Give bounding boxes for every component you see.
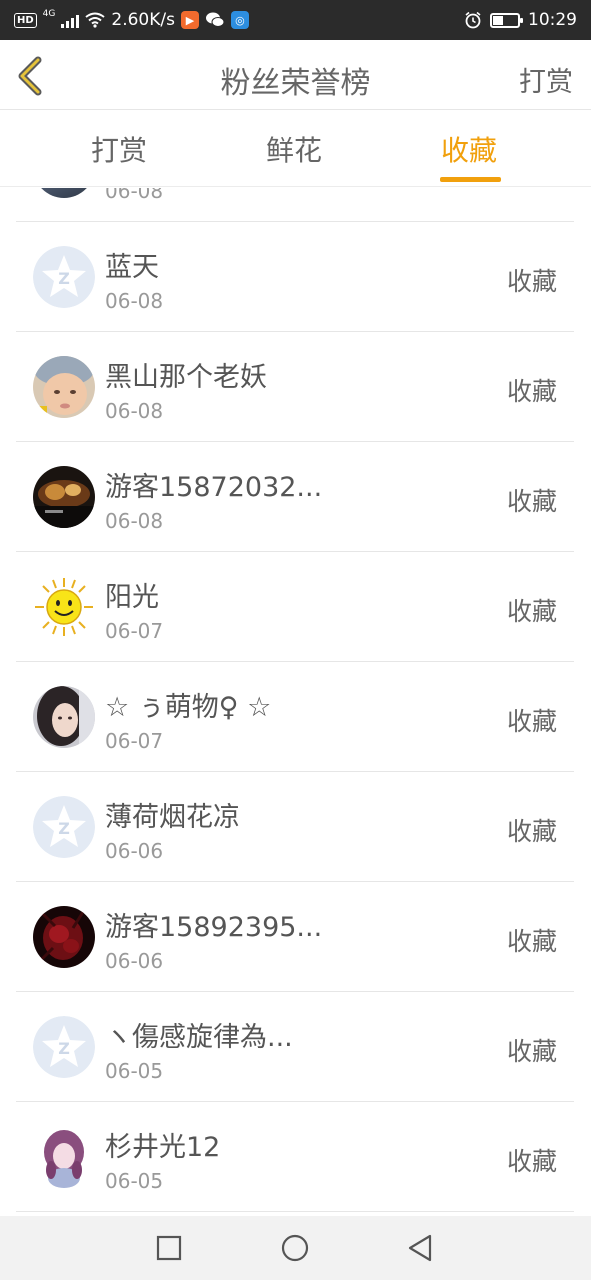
default-qq-avatar: Z [33, 246, 95, 308]
game-art-avatar [33, 466, 95, 528]
dark-red-art-avatar [33, 906, 95, 968]
list-item[interactable]: Z 蓝天 06-08 收藏 [16, 222, 574, 332]
favorite-label: 收藏 [506, 267, 557, 296]
favorite-label: 收藏 [506, 1037, 557, 1066]
tab-flowers[interactable]: 鲜花 [266, 129, 322, 169]
fan-date: 06-08 [105, 509, 164, 533]
fan-date: 06-08 [105, 399, 164, 423]
fan-date: 06-06 [105, 949, 164, 973]
favorite-label: 收藏 [506, 597, 557, 626]
fan-name: 阳光 [105, 582, 159, 613]
page-title: 粉丝荣誉榜 [220, 66, 371, 101]
home-button[interactable] [275, 1230, 315, 1266]
video-app-icon: ▶ [180, 11, 199, 29]
favorite-label: 收藏 [506, 487, 557, 516]
list-item[interactable]: 黑山那个老妖 06-08 收藏 [16, 332, 574, 442]
default-qq-avatar: Z [33, 796, 95, 858]
square-recents-icon [156, 1235, 182, 1261]
fan-name: 薄荷烟花凉 [105, 802, 240, 833]
browser-app-icon: ◎ [230, 11, 249, 29]
fan-name: 游客15892395... [105, 912, 323, 943]
fan-name: 游客15872032... [105, 472, 323, 503]
favorite-label: 收藏 [506, 707, 557, 736]
svg-text:Z: Z [58, 819, 70, 838]
fan-date: 06-07 [105, 619, 164, 643]
signal-icon [61, 12, 80, 28]
app-header: 粉丝荣誉榜 打赏 [0, 40, 591, 110]
wechat-icon [205, 12, 225, 27]
fan-date: 06-06 [105, 839, 164, 863]
tab-favorites[interactable]: 收藏 [441, 129, 497, 169]
fan-date: 06-08 [105, 188, 164, 203]
battery-level [493, 15, 503, 25]
alarm-icon [465, 11, 481, 29]
baby-photo-avatar [33, 356, 95, 418]
triangle-back-icon [408, 1234, 432, 1262]
active-tab-indicator [440, 177, 501, 182]
list-item[interactable]: Z ヽ傷感旋律為... 06-05 收藏 [16, 992, 574, 1102]
status-bar: HD 4G 2.60K/s ▶ ◎ 10:29 [0, 0, 591, 40]
fan-name: ヽ傷感旋律為... [105, 1022, 293, 1053]
fan-list[interactable]: 06-08 Z 蓝天 06-08 收藏 黑山那个老妖 06-08 收藏 游客15… [0, 188, 591, 1216]
network-speed: 2.60K/s [111, 10, 175, 30]
system-nav-bar [0, 1216, 591, 1280]
favorite-label: 收藏 [506, 377, 557, 406]
tab-bar: 打赏 鲜花 收藏 [0, 111, 591, 187]
list-item[interactable]: 游客15872032... 06-08 收藏 [16, 442, 574, 552]
back-nav-button[interactable] [400, 1230, 440, 1266]
favorite-label: 收藏 [506, 1147, 557, 1176]
recents-button[interactable] [149, 1230, 189, 1266]
tab-reward[interactable]: 打赏 [91, 129, 147, 169]
list-item[interactable]: 游客15892395... 06-06 收藏 [16, 882, 574, 992]
anime-girl-avatar [33, 1126, 95, 1188]
list-item[interactable]: ☆ ぅ萌物♀ ☆ 06-07 收藏 [16, 662, 574, 772]
fan-date: 06-05 [105, 1169, 164, 1193]
list-item[interactable]: 06-08 [16, 188, 574, 222]
favorite-label: 收藏 [506, 927, 557, 956]
fan-name: 杉井光12 [105, 1132, 221, 1163]
fan-date: 06-05 [105, 1059, 164, 1083]
battery-icon [490, 12, 523, 28]
reward-button[interactable]: 打赏 [519, 60, 573, 99]
circle-home-icon [281, 1234, 309, 1262]
fan-date: 06-07 [105, 729, 164, 753]
fan-name: 黑山那个老妖 [105, 362, 267, 393]
fan-name: 蓝天 [105, 252, 159, 283]
fan-date: 06-08 [105, 289, 164, 313]
clock: 10:29 [528, 10, 577, 30]
favorite-label: 收藏 [506, 817, 557, 846]
svg-text:Z: Z [58, 269, 70, 288]
wifi-icon [85, 12, 105, 28]
hd-icon: HD [14, 12, 37, 28]
list-item[interactable]: 杉井光12 06-05 收藏 [16, 1102, 574, 1212]
sun-smiley-avatar [33, 576, 95, 638]
svg-text:Z: Z [58, 1039, 70, 1058]
default-qq-avatar: Z [33, 1016, 95, 1078]
fan-name: ☆ ぅ萌物♀ ☆ [105, 692, 272, 723]
network-type: 4G [42, 9, 56, 19]
photo-avatar [33, 188, 95, 198]
girl-photo-avatar [33, 686, 95, 748]
list-item[interactable]: Z 薄荷烟花凉 06-06 收藏 [16, 772, 574, 882]
list-item[interactable]: 阳光 06-07 收藏 [16, 552, 574, 662]
